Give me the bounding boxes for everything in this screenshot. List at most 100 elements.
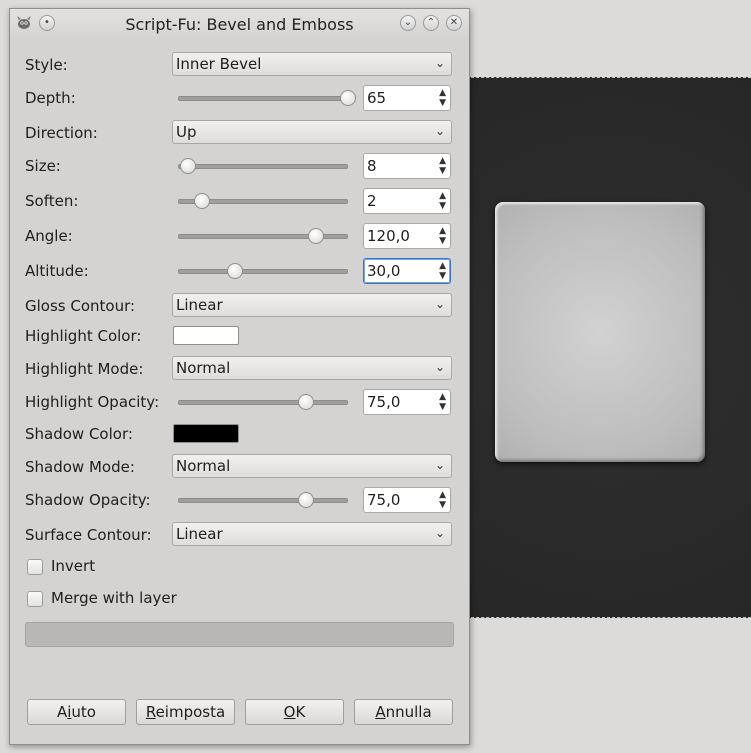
soften-spinbutton[interactable]: 2 ▲ ▼ [363,188,451,214]
highlight-opacity-row: Highlight Opacity: 75,0 ▲ ▼ [24,389,454,415]
shadow-mode-row: Shadow Mode: Normal ⌄ [24,454,454,480]
shadow-color-label: Shadow Color: [25,425,133,443]
shadow-opacity-spinbutton[interactable]: 75,0 ▲ ▼ [363,487,451,513]
altitude-spinbutton[interactable]: 30,0 ▲ ▼ [363,258,451,284]
ok-button[interactable]: OK [245,699,344,725]
angle-slider[interactable] [178,228,348,244]
altitude-row: Altitude: 30,0 ▲ ▼ [24,258,454,284]
angle-value: 120,0 [367,227,410,245]
altitude-label: Altitude: [25,262,89,280]
shadow-opacity-label: Shadow Opacity: [25,491,151,509]
shadow-mode-value: Normal [176,457,231,475]
highlight-mode-combo[interactable]: Normal ⌄ [172,356,452,380]
spin-up-icon[interactable]: ▲ [439,227,446,236]
depth-spinbutton[interactable]: 65 ▲ ▼ [363,85,451,111]
altitude-slider-handle[interactable] [227,263,244,279]
highlight-opacity-slider-handle[interactable] [298,394,314,410]
spin-up-icon[interactable]: ▲ [439,262,446,271]
merge-with-layer-label[interactable]: Merge with layer [51,589,177,607]
soften-slider-handle[interactable] [193,193,210,209]
help-button[interactable]: Aiuto [27,699,126,725]
spin-down-icon[interactable]: ▼ [439,167,446,176]
title-bar: • Script-Fu: Bevel and Emboss ⌄ ⌃ ✕ [10,9,469,39]
spin-down-icon[interactable]: ▼ [439,99,446,108]
shadow-color-button[interactable] [173,424,239,443]
spin-down-icon[interactable]: ▼ [439,501,446,510]
shadow-opacity-slider[interactable] [178,492,348,508]
soften-slider[interactable] [178,193,348,209]
depth-label: Depth: [25,89,76,107]
cancel-button[interactable]: Annulla [354,699,453,725]
spin-up-icon[interactable]: ▲ [439,491,446,500]
depth-slider[interactable] [178,90,356,106]
size-slider[interactable] [178,158,348,174]
highlight-opacity-slider[interactable] [178,394,348,410]
surface-contour-label: Surface Contour: [25,526,152,544]
gloss-contour-row: Gloss Contour: Linear ⌄ [24,293,454,319]
spin-down-icon[interactable]: ▼ [439,272,446,281]
soften-row: Soften: 2 ▲ ▼ [24,188,454,214]
spin-down-icon[interactable]: ▼ [439,403,446,412]
direction-combo[interactable]: Up ⌄ [172,120,452,144]
highlight-mode-value: Normal [176,359,231,377]
help-button-label-end: uto [71,703,96,721]
surface-contour-combo[interactable]: Linear ⌄ [172,522,452,546]
gloss-contour-value: Linear [176,296,223,314]
angle-slider-handle[interactable] [308,228,325,244]
shadow-opacity-slider-handle[interactable] [298,492,314,508]
style-combo[interactable]: Inner Bevel ⌄ [172,52,452,76]
angle-row: Angle: 120,0 ▲ ▼ [24,223,454,249]
minimize-button[interactable]: ⌄ [400,15,416,31]
shadow-color-row: Shadow Color: [24,424,454,450]
chevron-down-icon: ⌄ [434,124,445,138]
spin-down-icon[interactable]: ▼ [439,202,446,211]
shadow-opacity-row: Shadow Opacity: 75,0 ▲ ▼ [24,487,454,513]
chevron-up-icon: ⌃ [426,17,436,28]
chevron-down-icon: ⌄ [434,526,445,540]
soften-value: 2 [367,192,377,210]
ok-button-mnemonic: O [283,703,296,721]
merge-row[interactable]: Merge with layer [24,587,454,613]
gloss-contour-combo[interactable]: Linear ⌄ [172,293,452,317]
chevron-down-icon: ⌄ [434,360,445,374]
highlight-opacity-value: 75,0 [367,393,401,411]
spin-up-icon[interactable]: ▲ [439,157,446,166]
merge-with-layer-checkbox[interactable] [27,591,43,607]
highlight-color-row: Highlight Color: [24,326,454,352]
invert-checkbox[interactable] [27,559,43,575]
chevron-down-icon: ⌄ [434,297,445,311]
shadow-mode-label: Shadow Mode: [25,458,135,476]
highlight-color-button[interactable] [173,326,239,345]
direction-row: Direction: Up ⌄ [24,120,454,146]
bevel-preview-tile [495,202,705,462]
invert-label[interactable]: Invert [51,557,95,575]
altitude-slider[interactable] [178,263,348,279]
close-icon: ✕ [449,17,459,28]
size-spinbutton[interactable]: 8 ▲ ▼ [363,153,451,179]
angle-spinbutton[interactable]: 120,0 ▲ ▼ [363,223,451,249]
spin-down-icon[interactable]: ▼ [439,237,446,246]
size-slider-handle[interactable] [180,158,197,174]
style-row: Style: Inner Bevel ⌄ [24,52,454,78]
surface-contour-row: Surface Contour: Linear ⌄ [24,522,454,548]
maximize-button[interactable]: ⌃ [423,15,439,31]
size-label: Size: [25,157,61,175]
close-button[interactable]: ✕ [446,15,462,31]
chevron-down-icon: ⌄ [434,56,445,70]
shadow-mode-combo[interactable]: Normal ⌄ [172,454,452,478]
chevron-down-icon: ⌄ [403,17,413,28]
invert-row[interactable]: Invert [24,555,454,581]
ok-button-label-end: K [295,703,306,721]
spin-up-icon[interactable]: ▲ [439,393,446,402]
highlight-opacity-spinbutton[interactable]: 75,0 ▲ ▼ [363,389,451,415]
direction-label: Direction: [25,124,98,142]
direction-value: Up [176,123,197,141]
spin-up-icon[interactable]: ▲ [439,89,446,98]
help-button-label-start: A [56,703,68,721]
shadow-opacity-value: 75,0 [367,491,401,509]
spin-up-icon[interactable]: ▲ [439,192,446,201]
depth-value: 65 [367,89,387,107]
reset-button[interactable]: Reimposta [136,699,235,725]
depth-slider-handle[interactable] [340,90,356,106]
reset-button-label-end: eimposta [155,703,226,721]
